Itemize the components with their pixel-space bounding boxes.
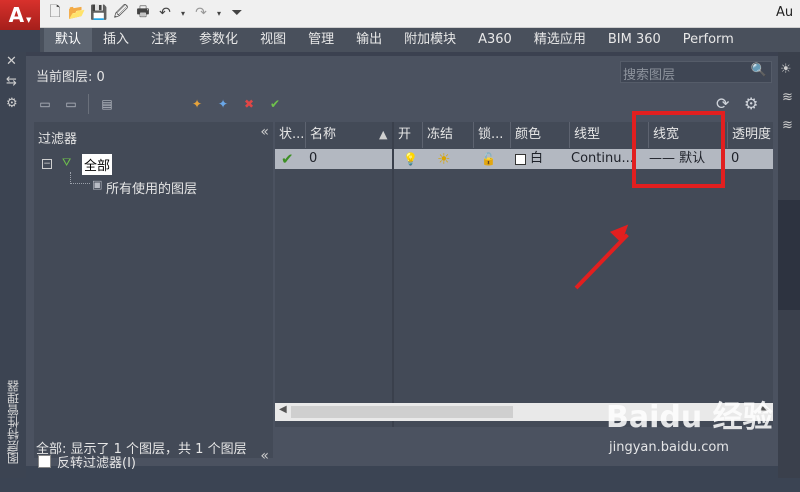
collapse-filters-button[interactable]: «	[260, 124, 269, 140]
layer-color-name: 白	[530, 151, 544, 166]
undo-dropdown-icon[interactable]: ▾	[178, 4, 188, 22]
tab-parametric[interactable]: 参数化	[188, 28, 249, 52]
new-icon[interactable]: 🗋	[46, 4, 64, 22]
application-menu-button[interactable]: A ▼	[0, 0, 40, 30]
tab-default[interactable]: 默认	[44, 28, 93, 52]
search-placeholder: 搜索图层	[623, 68, 676, 83]
pin-icon[interactable]: ⇆	[6, 74, 17, 89]
autocad-logo: A	[8, 3, 25, 27]
table-pane-divider	[392, 122, 394, 427]
close-icon[interactable]: ✕	[6, 54, 17, 69]
tab-manage[interactable]: 管理	[297, 28, 345, 52]
column-on[interactable]: 开	[394, 122, 422, 148]
quick-access-toolbar: A ▼ 🗋 📂 💾 🖉 🖶 ↶ ▾ ↷ ▾ ⏷ Au	[0, 0, 800, 30]
filter-used-layers-node[interactable]: 所有使用的图层	[106, 178, 197, 197]
collapse-filters-bottom-button[interactable]: «	[260, 448, 269, 464]
tab-view[interactable]: 视图	[249, 28, 297, 52]
new-property-filter-icon[interactable]: ▭	[36, 96, 54, 112]
tab-insert[interactable]: 插入	[92, 28, 140, 52]
properties-icon[interactable]: ⚙	[6, 96, 18, 111]
layer-tool-icon[interactable]: ≋	[782, 90, 793, 105]
layer-unlocked-icon[interactable]: 🔓	[481, 149, 496, 169]
column-color[interactable]: 颜色	[511, 122, 569, 148]
color-swatch	[515, 153, 526, 165]
search-input[interactable]: 搜索图层 🔍	[620, 61, 772, 83]
watermark-logo: Baidu 经验	[606, 400, 773, 435]
save-icon[interactable]: 💾	[90, 4, 108, 22]
tree-expander[interactable]: −	[42, 159, 52, 169]
column-lock[interactable]: 锁...	[474, 122, 510, 148]
search-icon[interactable]: 🔍	[751, 63, 767, 78]
highlight-box	[632, 111, 725, 188]
delete-layer-icon[interactable]: ✖	[240, 96, 258, 112]
new-layer-vp-frozen-icon[interactable]: ✦	[214, 96, 232, 112]
watermark-url: jingyan.baidu.com	[609, 440, 729, 455]
filter-used-layers-icon: ▣	[92, 178, 103, 191]
settings-gear-icon[interactable]: ⚙	[744, 94, 758, 113]
palette-title: 图层特性管理器	[6, 380, 21, 464]
layer-color-cell[interactable]: 白	[515, 149, 543, 169]
layer-thaw-icon[interactable]: ☀	[437, 149, 450, 169]
layer-on-icon[interactable]: 💡	[403, 149, 418, 169]
layer-status-icon: ✔	[281, 150, 294, 168]
scroll-thumb[interactable]	[291, 406, 513, 418]
current-layer-label: 当前图层: 0	[36, 70, 105, 85]
sort-ascending-icon: ▲	[379, 128, 388, 141]
print-icon[interactable]: 🖶	[134, 4, 152, 22]
column-transparency[interactable]: 透明度	[728, 122, 773, 148]
save-as-icon[interactable]: 🖉	[112, 4, 130, 22]
layer-transparency-cell[interactable]: 0	[731, 149, 739, 169]
tab-output[interactable]: 输出	[345, 28, 393, 52]
toolbar-divider	[88, 94, 89, 114]
column-status[interactable]: 状...	[275, 122, 305, 148]
window-title: Au	[776, 5, 794, 20]
new-group-filter-icon[interactable]: ▭	[62, 96, 80, 112]
palette-border	[26, 52, 778, 56]
layer-tool-icon[interactable]: ≋	[782, 118, 793, 133]
baidu-watermark: Baidu 经验 jingyan.baidu.com	[606, 392, 773, 455]
palette-title-strip: ✕ ⇆ ⚙ 图层特性管理器 ≋	[0, 52, 26, 478]
set-current-icon[interactable]: ✔	[266, 96, 284, 112]
tab-performance[interactable]: Perform	[672, 28, 745, 52]
tab-addins[interactable]: 附加模块	[393, 28, 467, 52]
filter-all-icon: ⛛	[62, 156, 72, 169]
filters-panel: 过滤器 « − ⛛ 全部 ▣ 所有使用的图层 反转过滤器(I) «	[34, 122, 273, 471]
chevron-down-icon: ▼	[26, 16, 32, 24]
new-layer-icon[interactable]: ✦	[188, 96, 206, 112]
ribbon-tabs: 默认 插入 注释 参数化 视图 管理 输出 附加模块 A360 精选应用 BIM…	[40, 28, 800, 52]
open-icon[interactable]: 📂	[68, 4, 86, 22]
tab-annotate[interactable]: 注释	[140, 28, 188, 52]
status-text: 全部: 显示了 1 个图层，共 1 个图层	[36, 442, 247, 457]
redo-dropdown-icon[interactable]: ▾	[214, 4, 224, 22]
sun-icon[interactable]: ☀	[780, 62, 792, 77]
customize-icon[interactable]: ⏷	[228, 4, 246, 22]
scroll-left-icon[interactable]: ◀	[279, 404, 287, 415]
undo-icon[interactable]: ↶	[156, 4, 174, 22]
tab-a360[interactable]: A360	[467, 28, 523, 52]
column-freeze[interactable]: 冻结	[423, 122, 473, 148]
layer-stack-icon: ≋	[6, 444, 17, 459]
redo-icon[interactable]: ↷	[192, 4, 210, 22]
filters-header: 过滤器	[38, 132, 78, 147]
tree-connector	[70, 172, 90, 184]
drawing-area[interactable]	[778, 200, 800, 310]
tab-bim360[interactable]: BIM 360	[597, 28, 672, 52]
layer-name-cell[interactable]: 0	[309, 149, 317, 169]
tab-featured-apps[interactable]: 精选应用	[523, 28, 597, 52]
layer-states-manager-icon[interactable]: ▤	[98, 96, 116, 112]
